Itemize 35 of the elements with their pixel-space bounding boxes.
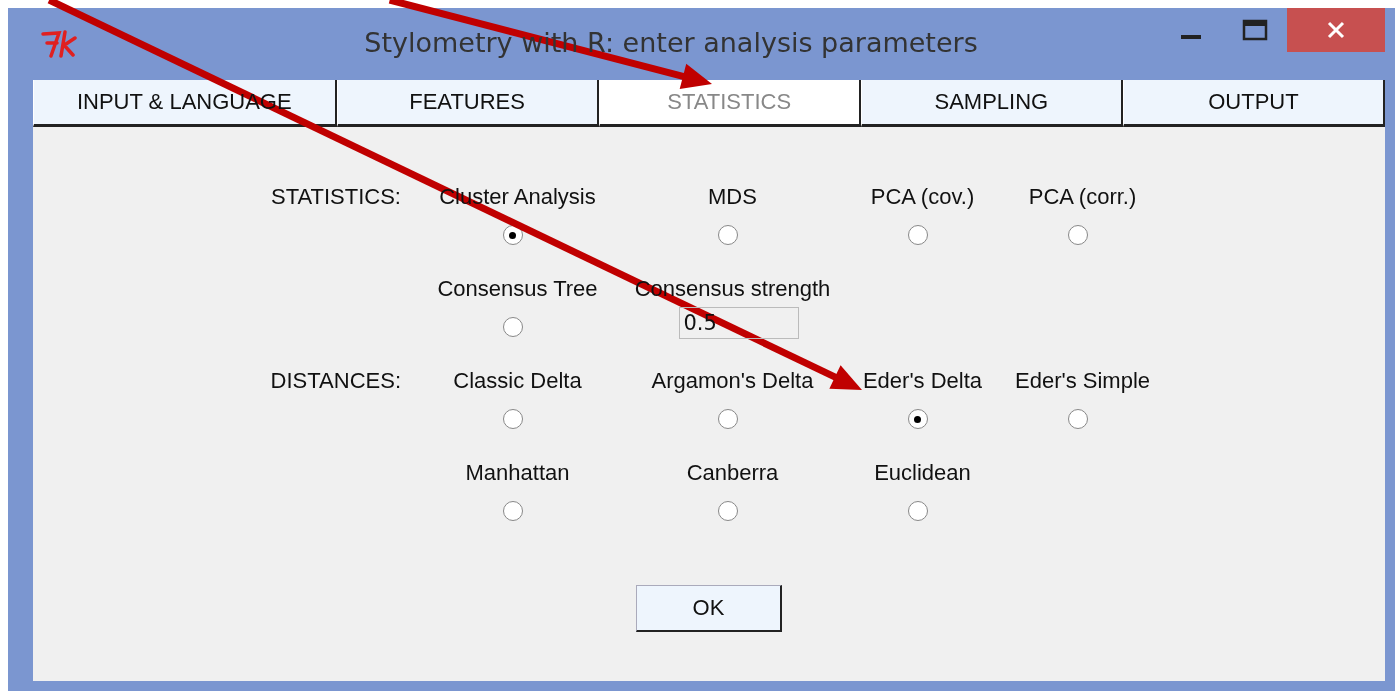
radio-button[interactable] [717, 225, 738, 245]
tab[interactable]: OUTPUT [1122, 80, 1385, 127]
close-icon [1326, 20, 1346, 40]
radio-button[interactable] [907, 225, 928, 245]
radio-button[interactable] [502, 317, 523, 337]
section-label: DISTANCES: [269, 367, 402, 395]
option-label: MDS [708, 183, 757, 211]
option-label: Euclidean [874, 459, 971, 487]
option-label: Argamon's Delta [651, 367, 814, 395]
radio-button[interactable] [1067, 225, 1088, 245]
maximize-icon [1242, 19, 1268, 41]
tab[interactable]: FEATURES [336, 80, 599, 127]
radio-button[interactable] [1067, 409, 1088, 429]
option-label: Eder's Delta [862, 367, 983, 395]
tab[interactable]: SAMPLING [860, 80, 1123, 127]
input-field[interactable]: 0.5 [678, 307, 799, 339]
option-label: Classic Delta [453, 367, 582, 395]
radio-button[interactable] [717, 501, 738, 521]
option-label: PCA (cov.) [870, 183, 975, 211]
minimize-icon [1181, 35, 1201, 39]
close-button[interactable] [1287, 8, 1385, 52]
radio-button[interactable] [717, 409, 738, 429]
ok-button[interactable]: OK [636, 585, 782, 632]
radio-button[interactable] [907, 409, 928, 429]
option-label: Manhattan [465, 459, 570, 487]
radio-button[interactable] [502, 501, 523, 521]
section-label: STATISTICS: [270, 183, 402, 211]
radio-button[interactable] [502, 225, 523, 245]
option-label: Canberra [686, 459, 779, 487]
radio-button[interactable] [502, 409, 523, 429]
option-label: Consensus Tree [437, 275, 598, 303]
tab[interactable]: STATISTICS [598, 80, 861, 127]
option-label: PCA (corr.) [1028, 183, 1137, 211]
radio-button[interactable] [907, 501, 928, 521]
option-label: Eder's Simple [1015, 367, 1150, 395]
